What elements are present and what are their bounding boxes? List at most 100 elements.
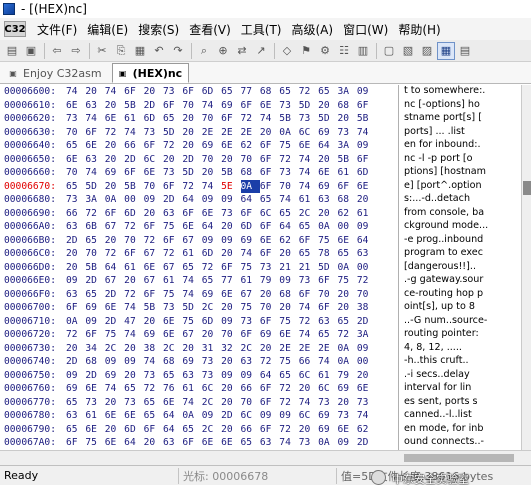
hex-byte[interactable]: 72 bbox=[144, 234, 163, 248]
hex-byte[interactable]: 20 bbox=[357, 193, 376, 207]
hex-byte[interactable]: 67 bbox=[182, 234, 201, 248]
hex-byte[interactable]: 62 bbox=[241, 139, 260, 153]
hex-byte[interactable]: 09 bbox=[221, 369, 240, 383]
hex-byte[interactable]: 6F bbox=[241, 328, 260, 342]
ascii-text[interactable]: ound connects..- bbox=[404, 436, 522, 447]
hex-byte[interactable]: 72 bbox=[279, 396, 298, 410]
hex-byte[interactable]: 62 bbox=[279, 234, 298, 248]
hex-byte[interactable]: 74 bbox=[299, 396, 318, 410]
hex-byte[interactable]: 6C bbox=[241, 409, 260, 423]
hex-byte[interactable]: 5D bbox=[182, 301, 201, 315]
ascii-text[interactable]: routing pointer: bbox=[404, 328, 522, 339]
hex-byte[interactable]: 6E bbox=[163, 315, 182, 329]
hex-byte[interactable]: 20 bbox=[221, 247, 240, 261]
hex-byte[interactable]: 5D bbox=[163, 126, 182, 140]
hex-byte[interactable]: 73 bbox=[221, 207, 240, 221]
hex-byte[interactable]: 67 bbox=[105, 274, 124, 288]
hex-byte[interactable]: 65 bbox=[241, 436, 260, 450]
hex-byte[interactable]: 6E bbox=[202, 436, 221, 450]
hex-byte[interactable]: 20 bbox=[260, 342, 279, 356]
hex-byte[interactable]: 20 bbox=[66, 247, 85, 261]
hex-byte[interactable]: 6F bbox=[85, 126, 104, 140]
hex-byte[interactable]: 64 bbox=[260, 369, 279, 383]
hex-byte[interactable]: 6F bbox=[260, 315, 279, 329]
hex-byte[interactable]: 74 bbox=[105, 85, 124, 99]
hex-byte[interactable]: 09 bbox=[241, 369, 260, 383]
hex-byte[interactable]: 6F bbox=[85, 328, 104, 342]
hex-byte[interactable]: 74 bbox=[357, 126, 376, 140]
hex-byte[interactable]: 6E bbox=[105, 301, 124, 315]
ascii-text[interactable]: nc [-options] ho bbox=[404, 99, 522, 110]
hex-byte[interactable]: 0A bbox=[337, 261, 356, 275]
hex-byte[interactable]: 09 bbox=[105, 355, 124, 369]
paste-icon[interactable]: ▦ bbox=[131, 42, 149, 60]
hex-byte[interactable]: 67 bbox=[144, 274, 163, 288]
hex-byte[interactable]: 6F bbox=[260, 396, 279, 410]
hex-byte[interactable]: 09 bbox=[337, 436, 356, 450]
hex-byte[interactable]: 20 bbox=[66, 342, 85, 356]
hex-byte[interactable]: 6C bbox=[299, 126, 318, 140]
hex-byte[interactable]: 6E bbox=[202, 207, 221, 221]
tab-hex-nc[interactable]: ▣ (HEX)nc bbox=[111, 63, 190, 83]
hex-byte[interactable]: 74 bbox=[202, 99, 221, 113]
hex-byte[interactable]: 69 bbox=[202, 139, 221, 153]
hex-byte[interactable]: 6F bbox=[144, 220, 163, 234]
hex-byte[interactable]: 64 bbox=[163, 423, 182, 437]
menu-window[interactable]: 窗口(W) bbox=[338, 21, 393, 38]
tab-enjoy-c32asm[interactable]: ▣ Enjoy C32asm bbox=[2, 63, 109, 83]
hex-byte[interactable]: 6F bbox=[299, 234, 318, 248]
hex-byte[interactable]: 6E bbox=[105, 112, 124, 126]
hex-byte[interactable]: 6E bbox=[357, 180, 376, 194]
horizontal-scrollbar[interactable] bbox=[0, 450, 531, 465]
hex-byte[interactable]: 20 bbox=[124, 274, 143, 288]
ascii-text[interactable]: t to somewhere:. bbox=[404, 85, 522, 96]
hex-byte[interactable]: 65 bbox=[66, 396, 85, 410]
hex-byte[interactable]: 63 bbox=[66, 220, 85, 234]
hex-byte[interactable]: 2C bbox=[241, 342, 260, 356]
hex-byte[interactable]: 65 bbox=[85, 288, 104, 302]
hex-byte[interactable]: 6D bbox=[202, 85, 221, 99]
hex-byte[interactable]: 63 bbox=[318, 193, 337, 207]
ascii-text[interactable]: ..-G num..source- bbox=[404, 315, 522, 326]
hex-byte[interactable]: 73 bbox=[260, 261, 279, 275]
hex-byte[interactable]: 2E bbox=[221, 126, 240, 140]
hex-byte[interactable]: 5D bbox=[182, 166, 201, 180]
hex-byte[interactable]: 75 bbox=[241, 261, 260, 275]
hex-byte[interactable]: 65 bbox=[202, 274, 221, 288]
hex-byte[interactable]: 61 bbox=[241, 274, 260, 288]
hex-byte[interactable]: 65 bbox=[66, 180, 85, 194]
window-icon[interactable]: ▢ bbox=[380, 42, 398, 60]
hex-byte[interactable]: 67 bbox=[182, 328, 201, 342]
hex-byte[interactable]: 2D bbox=[124, 153, 143, 167]
hex-byte[interactable]: 70 bbox=[85, 247, 104, 261]
hex-byte[interactable]: 2D bbox=[85, 274, 104, 288]
hex-byte[interactable]: 5B bbox=[279, 112, 298, 126]
copy-icon[interactable]: ⎘ bbox=[112, 42, 130, 60]
hex-byte[interactable]: 65 bbox=[182, 261, 201, 275]
hex-byte[interactable]: 68 bbox=[260, 85, 279, 99]
hex-byte[interactable]: 74 bbox=[357, 409, 376, 423]
hex-byte[interactable]: 09 bbox=[279, 274, 298, 288]
hex-byte[interactable]: 6F bbox=[357, 99, 376, 113]
hex-byte[interactable]: 20 bbox=[124, 342, 143, 356]
hex-byte[interactable]: 2D bbox=[105, 288, 124, 302]
hex-byte[interactable]: 62 bbox=[337, 207, 356, 221]
hex-byte[interactable]: 00 bbox=[357, 355, 376, 369]
hex-byte[interactable]: 79 bbox=[260, 274, 279, 288]
hex-byte[interactable]: 75 bbox=[105, 328, 124, 342]
hex-byte[interactable]: 6E bbox=[85, 423, 104, 437]
hex-byte[interactable]: 20 bbox=[221, 301, 240, 315]
hex-byte[interactable]: 5B bbox=[337, 153, 356, 167]
menu-search[interactable]: 搜索(S) bbox=[133, 21, 184, 38]
hex-byte[interactable]: 6C bbox=[144, 153, 163, 167]
hex-byte[interactable]: 65 bbox=[260, 193, 279, 207]
hex-byte[interactable]: 61 bbox=[163, 274, 182, 288]
hex-byte[interactable]: 09 bbox=[221, 193, 240, 207]
hex-byte[interactable]: 6D bbox=[202, 247, 221, 261]
menu-view[interactable]: 查看(V) bbox=[184, 21, 236, 38]
hex-byte[interactable]: 65 bbox=[124, 382, 143, 396]
hex-byte[interactable]: 0A bbox=[337, 355, 356, 369]
hex-byte[interactable]: 6F bbox=[260, 220, 279, 234]
hex-byte[interactable]: 74 bbox=[182, 274, 201, 288]
hex-byte[interactable]: 6F bbox=[221, 261, 240, 275]
